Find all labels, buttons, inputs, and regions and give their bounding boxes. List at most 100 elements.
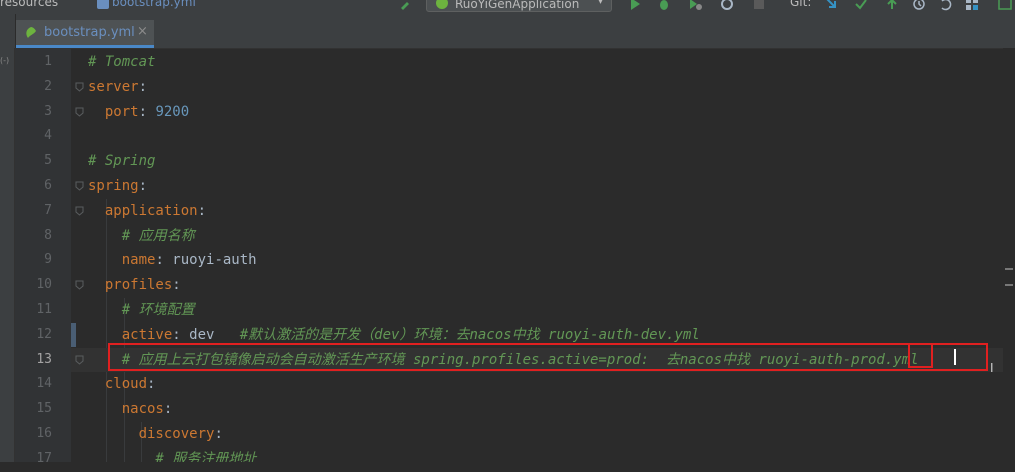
code-line-text: # Tomcat — [88, 50, 155, 75]
code-line[interactable]: cloud: — [71, 372, 1015, 397]
code-line[interactable]: name: ruoyi-auth — [71, 248, 1015, 273]
code-line-text: # 应用上云打包镜像启动会自动激活生产环境 spring.profiles.ac… — [88, 348, 919, 373]
line-number: 4 — [44, 128, 52, 144]
code-line-text: port: 9200 — [88, 100, 189, 125]
code-token: # 服务注册地址 — [88, 450, 257, 462]
rollback-icon[interactable] — [938, 0, 952, 11]
code-token: active — [88, 326, 173, 343]
code-token: #默认激活的是开发（dev）环境：去nacos中找 ruoyi-auth-dev… — [239, 326, 700, 343]
code-token: profiles — [88, 277, 173, 294]
code-line[interactable]: port: 9200 — [71, 100, 1015, 125]
profiler-icon[interactable] — [720, 0, 734, 11]
tab-bar-left-strip — [0, 14, 16, 48]
code-line[interactable]: spring: — [71, 174, 1015, 199]
code-line[interactable]: application: — [71, 199, 1015, 224]
line-number: 10 — [36, 277, 52, 293]
code-line[interactable]: # 应用名称 — [71, 224, 1015, 249]
code-token: : — [147, 376, 156, 393]
ibeam-cursor-icon: I — [990, 361, 994, 375]
code-token: cloud — [88, 376, 148, 393]
line-number: 13 — [36, 351, 52, 367]
code-line[interactable]: nacos: — [71, 397, 1015, 422]
code-line[interactable]: active: dev #默认激活的是开发（dev）环境：去nacos中找 ru… — [71, 323, 1015, 348]
fold-marker-icon[interactable] — [75, 280, 84, 290]
code-line[interactable]: # 服务注册地址 — [71, 447, 1015, 462]
run-configuration-label: RuoYiGenApplication — [455, 0, 580, 11]
fold-marker-icon[interactable] — [75, 355, 84, 365]
line-number: 17 — [36, 450, 52, 466]
code-token: server — [88, 78, 139, 95]
code-token: discovery — [88, 426, 215, 442]
fold-marker-icon[interactable] — [75, 82, 84, 92]
code-token: # Tomcat — [88, 54, 156, 70]
terminal-icon[interactable] — [998, 0, 1012, 11]
line-number-gutter[interactable]: 1 2 3 4 5 6 7 8 9 10 11 12 13 14 15 16 17 — [15, 48, 76, 466]
code-line[interactable]: # Tomcat — [71, 50, 1015, 75]
debug-icon[interactable] — [657, 0, 671, 11]
code-line[interactable]: # 环境配置 — [71, 298, 1015, 323]
run-icon[interactable] — [628, 0, 642, 11]
run-with-coverage-icon[interactable] — [688, 0, 702, 11]
code-line[interactable] — [71, 124, 1015, 149]
line-number: 1 — [44, 54, 52, 69]
git-commit-icon[interactable] — [854, 0, 868, 11]
stop-icon[interactable] — [752, 0, 766, 11]
breadcrumb-file[interactable]: bootstrap.yml — [112, 0, 196, 9]
code-line-text: application: — [88, 199, 206, 224]
git-push-icon[interactable] — [885, 0, 899, 11]
code-token: # Spring — [88, 153, 156, 170]
text-caret — [954, 349, 956, 365]
code-line-text: discovery: — [88, 422, 223, 447]
code-token: : — [163, 401, 173, 418]
code-token: : — [214, 426, 223, 442]
yaml-file-icon — [97, 0, 109, 9]
code-line[interactable]: server: — [71, 75, 1015, 100]
line-number: 6 — [44, 178, 52, 193]
code-line-text: name: ruoyi-auth — [88, 248, 257, 273]
breadcrumb-folder[interactable]: resources — [0, 0, 58, 9]
editor-scrollbar[interactable] — [1003, 48, 1015, 462]
build-hammer-icon[interactable] — [398, 0, 412, 11]
history-clock-icon[interactable] — [912, 0, 926, 11]
code-token: name — [88, 252, 156, 269]
line-number: 11 — [36, 302, 52, 317]
git-update-icon[interactable] — [824, 0, 838, 11]
code-token: : — [138, 103, 156, 120]
code-token: port — [88, 103, 139, 120]
code-line-text: nacos: — [88, 397, 173, 422]
close-icon[interactable]: × — [137, 24, 148, 39]
code-token: spring — [88, 178, 139, 194]
scrollbar-marker[interactable] — [1005, 268, 1013, 270]
code-line[interactable]: # 应用上云打包镜像启动会自动激活生产环境 spring.profiles.ac… — [71, 347, 1015, 373]
code-line-text: # Spring — [88, 149, 155, 174]
run-configuration-select[interactable]: RuoYiGenApplication ▾ — [426, 0, 612, 12]
code-token: nacos — [88, 401, 164, 418]
code-token: : — [138, 178, 148, 194]
line-number: 7 — [44, 202, 52, 218]
line-number: 16 — [36, 426, 52, 441]
code-token: # 应用上云打包镜像启动会自动激活生产环境 spring.profiles.ac… — [88, 351, 919, 368]
code-editor[interactable]: # Tomcat server: port: 9200 # Spring spring… — [71, 48, 1015, 462]
code-token: # 应用名称 — [88, 227, 195, 244]
tab-bootstrap-yml[interactable]: bootstrap.yml × — [16, 20, 154, 48]
code-token: # 环境配置 — [88, 302, 195, 318]
code-line[interactable]: profiles: — [71, 273, 1015, 298]
code-token: 9200 — [155, 103, 190, 120]
code-line-text: spring: — [88, 174, 147, 199]
code-line-text: # 应用名称 — [88, 224, 195, 249]
line-number: 3 — [44, 103, 52, 119]
code-line[interactable]: discovery: — [71, 422, 1015, 447]
code-token: : dev — [172, 326, 240, 343]
fold-marker-icon[interactable] — [75, 206, 84, 216]
line-number: 14 — [36, 376, 52, 392]
code-line[interactable]: # Spring — [71, 149, 1015, 174]
project-structure-icon[interactable] — [965, 0, 979, 11]
scrollbar-marker[interactable] — [1005, 284, 1013, 286]
code-token: : — [138, 78, 148, 95]
code-token: : — [172, 277, 181, 294]
fold-marker-icon[interactable] — [75, 181, 84, 191]
fold-marker-icon[interactable] — [75, 107, 84, 117]
tab-label: bootstrap.yml — [44, 25, 135, 40]
line-number: 8 — [44, 227, 52, 243]
line-number: 9 — [44, 252, 52, 268]
